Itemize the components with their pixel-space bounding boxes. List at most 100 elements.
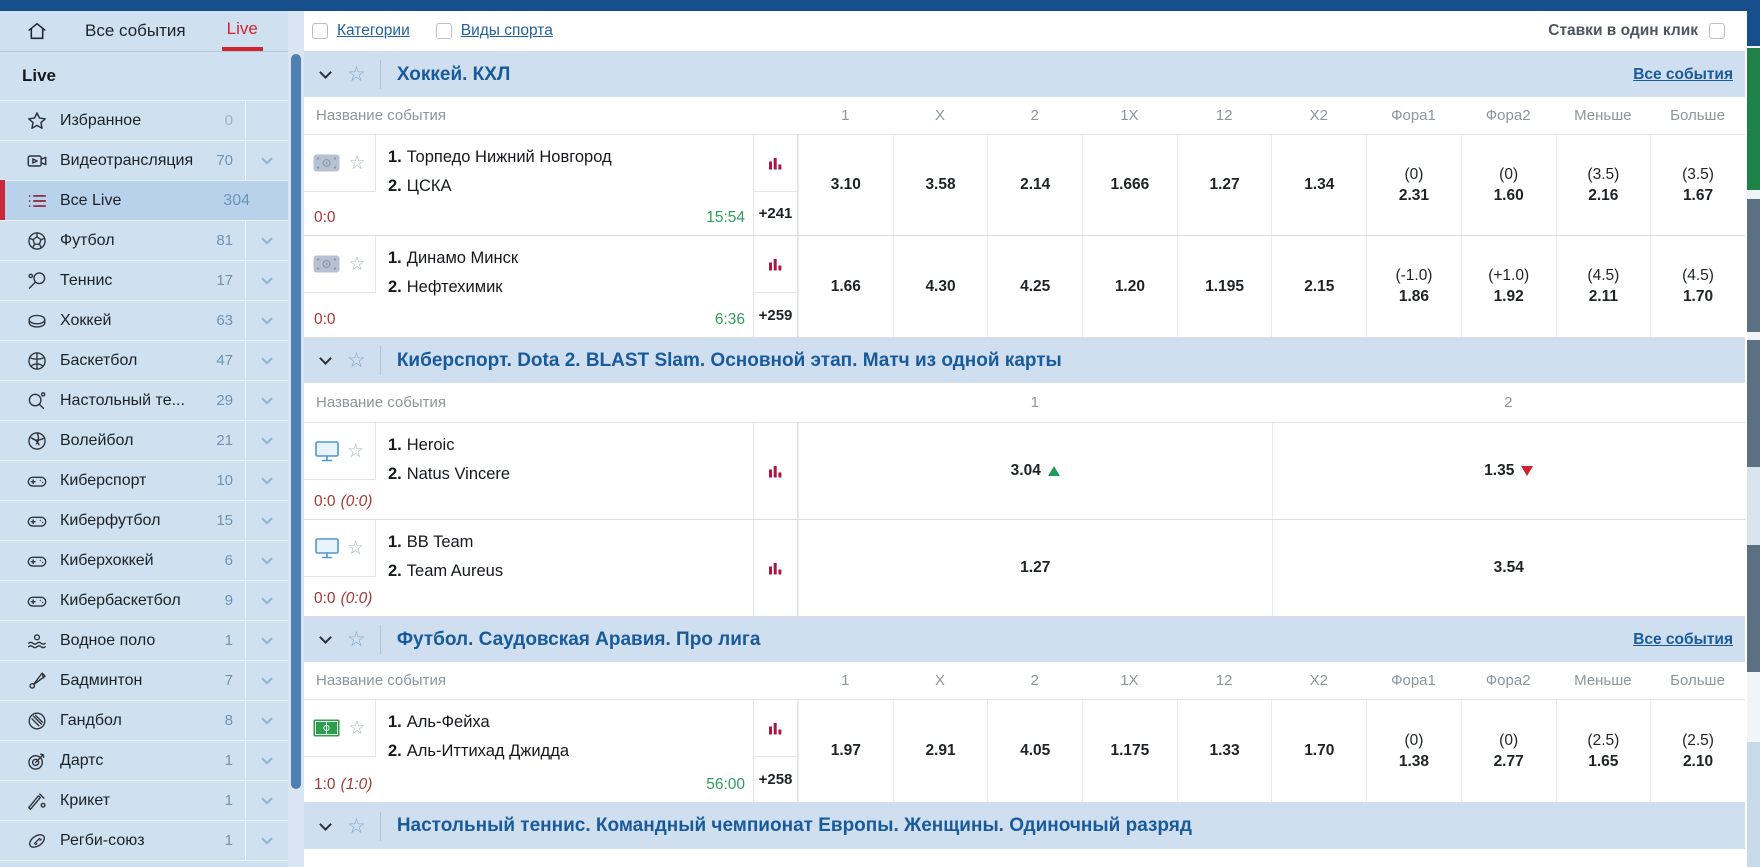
odds-cell-2[interactable]: 3.54 (1272, 520, 1746, 616)
categories-checkbox[interactable] (312, 23, 328, 39)
sidebar-item-table-tennis[interactable]: Настольный те... 29 (0, 380, 288, 420)
expand-chevron[interactable] (245, 461, 288, 500)
odds-cell-2[interactable]: 4.05 (987, 700, 1082, 802)
odds-cell-12[interactable]: 1.33 (1177, 700, 1272, 802)
odds-cell-handicap1[interactable]: (0)1.38 (1366, 700, 1461, 802)
odds-cell-x[interactable]: 4.30 (893, 236, 988, 337)
collapse-chevron-icon[interactable] (319, 818, 332, 831)
all-events-link[interactable]: Все события (1633, 66, 1733, 84)
home-icon[interactable] (26, 11, 48, 51)
odds-cell-1x[interactable]: 1.20 (1082, 236, 1177, 337)
sidebar-item-handball[interactable]: Гандбол 8 (0, 700, 288, 740)
sidebar-item-cyberhockey[interactable]: Киберхоккей 6 (0, 540, 288, 580)
favorite-star-icon[interactable]: ☆ (347, 816, 366, 837)
more-markets-count[interactable]: +258 (754, 757, 797, 802)
favorite-star-icon[interactable]: ☆ (347, 629, 366, 650)
scrollbar-thumb[interactable] (291, 54, 301, 789)
expand-chevron[interactable] (245, 781, 288, 820)
favorite-star-icon[interactable]: ☆ (348, 255, 365, 274)
odds-cell-x2[interactable]: 1.34 (1271, 135, 1366, 235)
stats-chart-icon[interactable] (768, 561, 783, 576)
odds-cell-x2[interactable]: 2.15 (1271, 236, 1366, 337)
expand-chevron[interactable] (245, 661, 288, 700)
expand-chevron[interactable] (245, 421, 288, 460)
odds-cell-under[interactable]: (3.5)2.16 (1556, 135, 1651, 235)
stats-chart-icon[interactable] (754, 135, 797, 192)
event-teams[interactable]: 1.Динамо Минск 2.Нефтехимик (388, 244, 518, 302)
sidebar-item-video[interactable]: Видеотрансляция 70 (0, 140, 288, 180)
sidebar-item-cyberbasketball[interactable]: Кибербаскетбол 9 (0, 580, 288, 620)
stats-chart-icon[interactable] (754, 700, 797, 757)
sidebar-item-tennis[interactable]: Теннис 17 (0, 260, 288, 300)
sidebar-item-basketball[interactable]: Баскетбол 47 (0, 340, 288, 380)
odds-cell-over[interactable]: (3.5)1.67 (1650, 135, 1745, 235)
tab-all-events[interactable]: Все события (85, 11, 186, 51)
event-teams[interactable]: 1.Торпедо Нижний Новгород 2.ЦСКА (388, 143, 612, 201)
odds-cell-under[interactable]: (4.5)2.11 (1556, 236, 1651, 337)
sidebar-item-football[interactable]: Футбол 81 (0, 220, 288, 260)
expand-chevron[interactable] (245, 141, 288, 180)
odds-cell-x2[interactable]: 1.70 (1271, 700, 1366, 802)
favorite-star-icon[interactable]: ☆ (347, 442, 364, 461)
collapse-chevron-icon[interactable] (319, 66, 332, 79)
sports-checkbox[interactable] (436, 23, 452, 39)
favorite-star-icon[interactable]: ☆ (348, 719, 365, 738)
expand-chevron[interactable] (245, 581, 288, 620)
sidebar-item-favorites[interactable]: Избранное 0 (0, 100, 288, 140)
tab-live[interactable]: Live (222, 11, 263, 51)
expand-chevron[interactable] (245, 821, 288, 860)
odds-cell-12[interactable]: 1.195 (1177, 236, 1272, 337)
event-teams[interactable]: 1.Heroic 2.Natus Vincere (388, 431, 510, 489)
expand-chevron[interactable] (245, 381, 288, 420)
categories-link[interactable]: Категории (337, 22, 410, 40)
expand-chevron[interactable] (245, 701, 288, 740)
sidebar-item-cyberfootball[interactable]: Киберфутбол 15 (0, 500, 288, 540)
sidebar-item-darts[interactable]: Дартс 1 (0, 740, 288, 780)
odds-cell-1[interactable]: 1.66 (798, 236, 893, 337)
event-teams[interactable]: 1.BB Team 2.Team Aureus (388, 528, 503, 586)
odds-cell-2[interactable]: 1.35 (1272, 423, 1746, 519)
stats-chart-icon[interactable] (768, 464, 783, 479)
odds-cell-1x[interactable]: 1.666 (1082, 135, 1177, 235)
more-markets-count[interactable]: +259 (754, 293, 797, 337)
sports-link[interactable]: Виды спорта (461, 22, 553, 40)
more-markets-count[interactable]: +241 (754, 192, 797, 235)
favorite-star-icon[interactable]: ☆ (347, 539, 364, 558)
one-click-bets-checkbox[interactable] (1709, 23, 1725, 39)
collapse-chevron-icon[interactable] (319, 352, 332, 365)
sidebar-item-hockey[interactable]: Хоккей 63 (0, 300, 288, 340)
odds-cell-2[interactable]: 4.25 (987, 236, 1082, 337)
odds-cell-1[interactable]: 3.04 (798, 423, 1272, 519)
sidebar-item-badminton[interactable]: Бадминтон 7 (0, 660, 288, 700)
odds-cell-2[interactable]: 2.14 (987, 135, 1082, 235)
expand-chevron[interactable] (245, 621, 288, 660)
sidebar-item-all-live[interactable]: Все Live 304 (0, 180, 288, 220)
odds-cell-over[interactable]: (4.5)1.70 (1650, 236, 1745, 337)
sidebar-item-rugby[interactable]: Регби-союз 1 (0, 820, 288, 860)
stats-chart-icon[interactable] (754, 236, 797, 293)
odds-cell-1[interactable]: 1.97 (798, 700, 893, 802)
odds-cell-x[interactable]: 3.58 (893, 135, 988, 235)
odds-cell-12[interactable]: 1.27 (1177, 135, 1272, 235)
all-events-link[interactable]: Все события (1633, 631, 1733, 649)
odds-cell-under[interactable]: (2.5)1.65 (1556, 700, 1651, 802)
odds-cell-1[interactable]: 3.10 (798, 135, 893, 235)
odds-cell-handicap1[interactable]: (-1.0)1.86 (1366, 236, 1461, 337)
odds-cell-1x[interactable]: 1.175 (1082, 700, 1177, 802)
expand-chevron[interactable] (245, 261, 288, 300)
odds-cell-handicap1[interactable]: (0)2.31 (1366, 135, 1461, 235)
sidebar-item-waterpolo[interactable]: Водное поло 1 (0, 620, 288, 660)
sidebar-item-cricket[interactable]: Крикет 1 (0, 780, 288, 820)
expand-chevron[interactable] (245, 501, 288, 540)
expand-chevron[interactable] (245, 221, 288, 260)
favorite-star-icon[interactable]: ☆ (348, 154, 365, 173)
expand-chevron[interactable] (245, 301, 288, 340)
odds-cell-handicap2[interactable]: (0)2.77 (1461, 700, 1556, 802)
expand-chevron[interactable] (245, 341, 288, 380)
favorite-star-icon[interactable]: ☆ (347, 350, 366, 371)
expand-chevron[interactable] (245, 541, 288, 580)
sidebar-item-esports[interactable]: Киберспорт 10 (0, 460, 288, 500)
odds-cell-1[interactable]: 1.27 (798, 520, 1272, 616)
event-teams[interactable]: 1.Аль-Фейха 2.Аль-Иттихад Джидда (388, 708, 569, 766)
odds-cell-x[interactable]: 2.91 (893, 700, 988, 802)
